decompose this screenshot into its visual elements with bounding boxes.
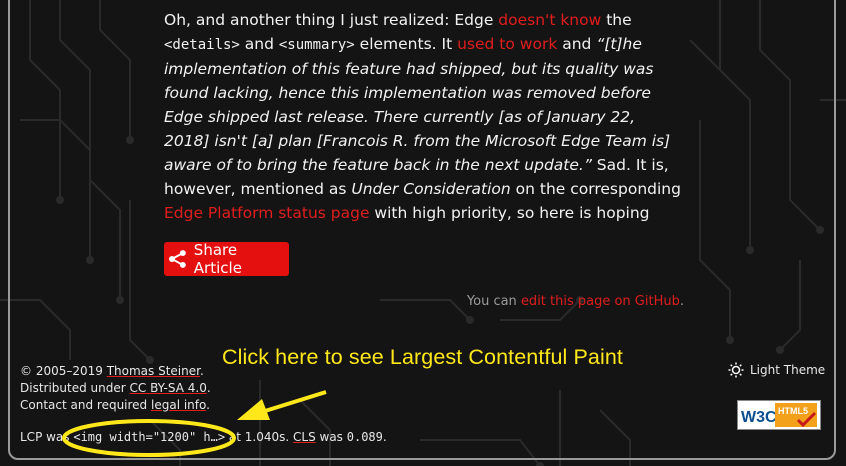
light-theme-toggle[interactable]: Light Theme — [728, 362, 825, 378]
edit-on-github-link[interactable]: edit this page on GitHub — [521, 294, 680, 309]
text: . — [382, 430, 387, 444]
text: was — [315, 430, 347, 444]
license-link[interactable]: CC BY-SA 4.0 — [130, 381, 207, 395]
text: . — [206, 381, 211, 395]
html5-text: HTML5 — [778, 406, 808, 416]
cls-value: 0.089 — [346, 430, 383, 444]
text: on the corresponding — [510, 180, 681, 198]
legal-info-link[interactable]: legal info — [151, 398, 206, 412]
lcp-element[interactable]: <img width="1200" h…> — [73, 430, 225, 444]
w3c-badge-logo: W3C HTML5 — [741, 403, 817, 428]
under-consideration: Under Consideration — [351, 180, 511, 198]
link-doesnt-know[interactable]: doesn't know — [498, 11, 601, 29]
text: and — [239, 35, 279, 53]
text: at 1.040s. — [225, 430, 293, 444]
text: and — [557, 35, 597, 53]
w3c-text: W3C — [741, 409, 777, 426]
text: Oh, and another thing I just realized: E… — [164, 11, 499, 29]
annotation-callout: Click here to see Largest Contentful Pai… — [222, 345, 623, 369]
code-summary: <summary> — [278, 37, 355, 53]
text: Contact and required — [20, 398, 151, 412]
text: . — [206, 398, 210, 412]
text: © 2005–2019 — [20, 364, 107, 378]
article-paragraph: Oh, and another thing I just realized: E… — [164, 8, 684, 225]
sun-icon — [728, 362, 744, 378]
theme-label: Light Theme — [750, 363, 826, 377]
text: . — [679, 294, 684, 309]
link-used-to-work[interactable]: used to work — [457, 35, 557, 53]
text: elements. It — [354, 35, 458, 53]
share-label: Share Article — [193, 241, 242, 277]
text: with high priority, so here is hoping — [369, 204, 650, 222]
quote: “[t]he implementation of this feature ha… — [164, 35, 671, 174]
text: Distributed under — [20, 381, 130, 395]
w3c-html5-badge[interactable]: W3C HTML5 — [737, 400, 821, 430]
cls-link[interactable]: CLS — [293, 430, 316, 444]
web-vitals-line: LCP was <img width="1200" h…> at 1.040s.… — [20, 430, 387, 444]
text: You can — [466, 294, 521, 309]
text: LCP was — [20, 430, 74, 444]
link-status-page[interactable]: Edge Platform status page — [164, 204, 370, 222]
article-body: Oh, and another thing I just realized: E… — [164, 8, 684, 225]
share-article-button[interactable]: Share Article — [164, 241, 289, 277]
code-details: <details> — [164, 37, 240, 53]
edit-line: You can edit this page on GitHub. — [467, 294, 684, 309]
footer-copyright: © 2005–2019 Thomas Steiner. Distributed … — [20, 363, 211, 414]
author-link[interactable]: Thomas Steiner — [107, 364, 200, 378]
text: . — [199, 364, 204, 378]
share-icon — [168, 250, 186, 268]
text: the — [601, 11, 632, 29]
